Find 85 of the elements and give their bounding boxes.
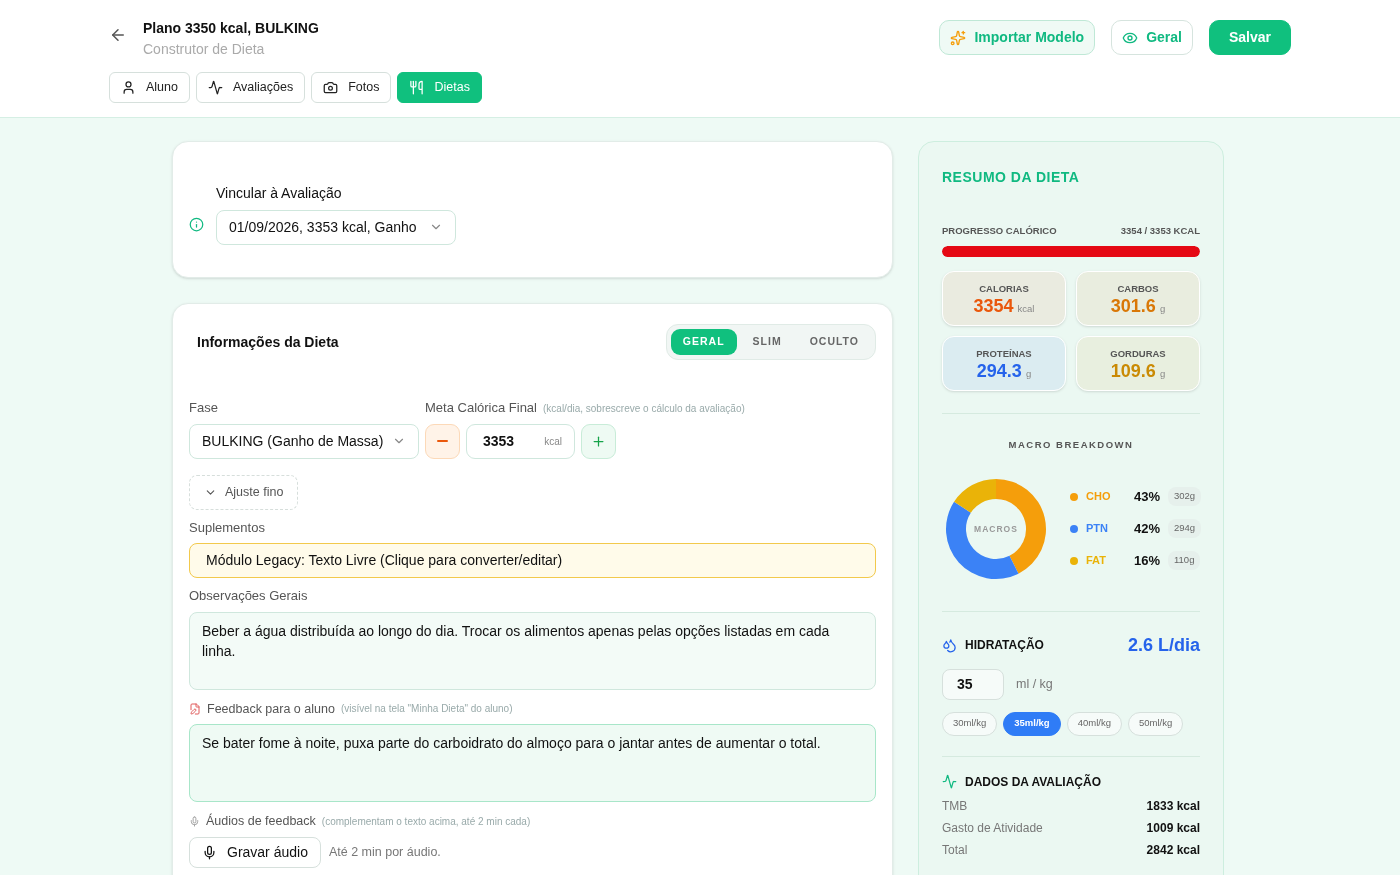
hydration-total: 2.6 L/dia <box>1127 633 1200 657</box>
pencil-note-icon <box>189 702 201 715</box>
macro-breakdown-title: MACRO BREAKDOWN <box>1007 438 1135 453</box>
supplements-field[interactable]: Módulo Legacy: Texto Livre (Clique para converter/editar) <box>189 543 876 578</box>
stat-label: GORDURAS <box>1110 346 1166 361</box>
audios-hint: (complementam o texto acima, até 2 min cada) <box>321 815 531 830</box>
stat-unit: g <box>1159 301 1166 316</box>
legend-name: PTN <box>1086 521 1109 537</box>
audio-limit-note: Até 2 min por áudio. <box>328 844 441 862</box>
plan-title: Plano 3350 kcal, BULKING <box>143 19 320 38</box>
nav-tab[interactable]: Fotos <box>311 72 392 103</box>
assessment-value: 1009 kcal <box>1146 819 1200 837</box>
feedback-field[interactable]: Se bater fome à noite, puxa parte do carboidrato do almoço para o jantar antes de aumentar o total. <box>189 724 876 803</box>
calorie-goal-field[interactable]: 3353 kcal <box>466 423 575 459</box>
assessment-label: Gasto de Atividade <box>942 819 1043 837</box>
assessment-title: DADOS DA AVALIAÇÃO <box>965 773 1101 791</box>
minus-icon <box>437 440 448 442</box>
nav-tab[interactable]: Avaliações <box>196 72 306 103</box>
assessment-label: Total <box>942 841 968 859</box>
donut-center-label: MACROS <box>974 523 1018 534</box>
page-subtitle: Construtor de Dieta <box>143 40 266 59</box>
hydration-preset[interactable]: 50ml/kg <box>1127 711 1184 736</box>
legend-percent: 42% <box>1132 519 1160 538</box>
link-label: Vincular à Avaliação <box>216 183 343 203</box>
legend-percent: 16% <box>1132 551 1160 570</box>
assessment-value: 2842 kcal <box>1146 841 1200 859</box>
pulse-icon <box>942 774 957 789</box>
legend-grams: 294g <box>1168 519 1202 538</box>
feedback-hint: (visível na tela "Minha Dieta" do aluno) <box>340 702 513 717</box>
phase-label: Fase <box>189 399 218 417</box>
decrease-button[interactable] <box>425 423 460 459</box>
hydration-preset[interactable]: 35ml/kg <box>1003 711 1061 736</box>
stat-value: 3354 <box>973 295 1014 316</box>
increase-button[interactable] <box>581 423 616 459</box>
assessment-value: 1833 kcal <box>1146 797 1200 815</box>
pulse-icon <box>208 80 223 95</box>
feedback-label: Feedback para o aluno <box>207 700 335 718</box>
supplements-label: Suplementos <box>189 518 265 537</box>
utensils-icon <box>409 80 425 95</box>
hydration-field[interactable]: 35 <box>942 668 1004 700</box>
stat-label: CARBOS <box>1117 281 1159 296</box>
notes-field[interactable]: Beber a água distribuída ao longo do dia. Trocar os alimentos apenas pelas opções listadas em cada linha. <box>189 611 876 690</box>
info-icon <box>189 217 204 232</box>
summary-title: RESUMO DA DIETA <box>942 168 1081 187</box>
microphone-icon <box>202 845 217 860</box>
hydration-preset[interactable]: 40ml/kg <box>1066 711 1122 736</box>
record-audio-button[interactable]: Gravar áudio <box>189 837 321 868</box>
stat-value: 301.6 <box>1110 295 1156 316</box>
hydration-title: HIDRATAÇÃO <box>965 636 1044 654</box>
notes-label: Observações Gerais <box>189 587 308 605</box>
sparkles-icon <box>950 29 967 46</box>
legend-grams: 110g <box>1168 551 1201 570</box>
legend-grams: 302g <box>1168 487 1202 506</box>
nav-tab[interactable]: Aluno <box>109 72 190 103</box>
progress-label: PROGRESSO CALÓRICO <box>942 224 1057 238</box>
fine-tune-toggle[interactable]: Ajuste fino <box>189 474 299 510</box>
calorie-goal-hint: (kcal/dia, sobrescreve o cálculo da avaliação) <box>543 402 745 416</box>
calorie-goal-label: Meta Calórica Final <box>425 399 537 417</box>
stat-unit: kcal <box>1017 301 1035 316</box>
back-button[interactable] <box>109 26 127 44</box>
microphone-icon <box>189 816 200 828</box>
stat-unit: g <box>1025 366 1032 381</box>
stat-unit: g <box>1159 366 1166 381</box>
droplets-icon <box>942 637 957 653</box>
unit-label: ml / kg <box>1016 675 1053 693</box>
mode-option[interactable]: SLIM <box>740 329 794 355</box>
phase-select[interactable]: BULKING (Ganho de Massa) <box>189 423 419 459</box>
person-icon <box>121 80 136 95</box>
camera-icon <box>323 80 339 95</box>
assessment-label: TMB <box>942 797 968 815</box>
hydration-preset[interactable]: 30ml/kg <box>942 711 998 736</box>
stat-value: 109.6 <box>1110 360 1156 381</box>
card-title: Informações da Dieta <box>197 332 339 352</box>
legend-name: CHO <box>1086 489 1112 505</box>
plus-icon <box>591 433 606 449</box>
assessment-select[interactable]: 01/09/2026, 3353 kcal, Ganho <box>216 209 456 245</box>
legend-percent: 43% <box>1132 487 1160 506</box>
audios-label: Áudios de feedback <box>206 812 316 831</box>
stat-label: CALORIAS <box>979 281 1029 296</box>
legend-name: FAT <box>1086 553 1107 569</box>
unit-label: kcal <box>544 434 562 449</box>
mode-option[interactable]: OCULTO <box>797 329 871 355</box>
progress-reading: 3354 / 3353 KCAL <box>1120 224 1200 238</box>
stat-label: PROTEÍNAS <box>976 346 1032 361</box>
stat-value: 294.3 <box>976 360 1022 381</box>
